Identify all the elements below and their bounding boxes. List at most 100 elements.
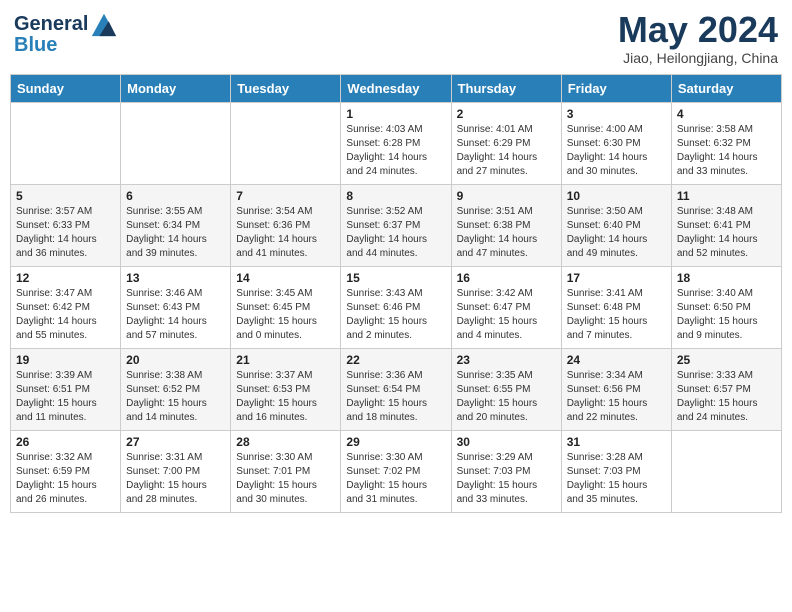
day-cell: 25 Sunrise: 3:33 AM Sunset: 6:57 PM Dayli… — [671, 348, 781, 430]
day-cell: 12 Sunrise: 3:47 AM Sunset: 6:42 PM Dayli… — [11, 266, 121, 348]
day-number: 26 — [16, 435, 115, 449]
day-info: Sunrise: 3:35 AM Sunset: 6:55 PM Dayligh… — [457, 369, 556, 425]
day-cell: 29Sunrise: 3:30 AM Sunset: 7:02 PM Dayli… — [341, 430, 451, 512]
day-cell: 22Sunrise: 3:36 AM Sunset: 6:54 PM Dayli… — [341, 348, 451, 430]
week-row-2: 5 Sunrise: 3:57 AM Sunset: 6:33 PM Daylig… — [11, 184, 782, 266]
day-number: 3 — [567, 107, 666, 121]
day-cell: 9Sunrise: 3:51 AM Sunset: 6:38 PM Daylig… — [451, 184, 561, 266]
day-info: Sunrise: 3:55 AM Sunset: 6:34 PM Dayligh… — [126, 205, 225, 261]
day-number: 9 — [457, 189, 556, 203]
day-cell — [121, 102, 231, 184]
day-info: Sunrise: 3:52 AM Sunset: 6:37 PM Dayligh… — [346, 205, 445, 261]
day-cell: 30Sunrise: 3:29 AM Sunset: 7:03 PM Dayli… — [451, 430, 561, 512]
day-info: Sunrise: 3:42 AM Sunset: 6:47 PM Dayligh… — [457, 287, 556, 343]
day-number: 24 — [567, 353, 666, 367]
day-number: 20 — [126, 353, 225, 367]
day-info: Sunrise: 3:48 AM Sunset: 6:41 PM Dayligh… — [677, 205, 776, 261]
day-info: Sunrise: 3:32 AM Sunset: 6:59 PM Dayligh… — [16, 451, 115, 507]
day-info: Sunrise: 4:00 AM Sunset: 6:30 PM Dayligh… — [567, 123, 666, 179]
day-info: Sunrise: 3:41 AM Sunset: 6:48 PM Dayligh… — [567, 287, 666, 343]
weekday-header-friday: Friday — [561, 74, 671, 102]
day-number: 18 — [677, 271, 776, 285]
day-info: Sunrise: 3:34 AM Sunset: 6:56 PM Dayligh… — [567, 369, 666, 425]
day-cell: 10Sunrise: 3:50 AM Sunset: 6:40 PM Dayli… — [561, 184, 671, 266]
title-area: May 2024 Jiao, Heilongjiang, China — [618, 10, 778, 66]
day-info: Sunrise: 3:37 AM Sunset: 6:53 PM Dayligh… — [236, 369, 335, 425]
day-cell: 27Sunrise: 3:31 AM Sunset: 7:00 PM Dayli… — [121, 430, 231, 512]
day-cell: 17Sunrise: 3:41 AM Sunset: 6:48 PM Dayli… — [561, 266, 671, 348]
day-cell: 16 Sunrise: 3:42 AM Sunset: 6:47 PM Dayli… — [451, 266, 561, 348]
day-number: 29 — [346, 435, 445, 449]
day-info: Sunrise: 3:31 AM Sunset: 7:00 PM Dayligh… — [126, 451, 225, 507]
day-number: 4 — [677, 107, 776, 121]
week-row-5: 26 Sunrise: 3:32 AM Sunset: 6:59 PM Dayli… — [11, 430, 782, 512]
day-cell: 31 Sunrise: 3:28 AM Sunset: 7:03 PM Dayli… — [561, 430, 671, 512]
day-number: 15 — [346, 271, 445, 285]
day-number: 16 — [457, 271, 556, 285]
day-cell: 26 Sunrise: 3:32 AM Sunset: 6:59 PM Dayli… — [11, 430, 121, 512]
day-info: Sunrise: 3:58 AM Sunset: 6:32 PM Dayligh… — [677, 123, 776, 179]
day-info: Sunrise: 4:01 AM Sunset: 6:29 PM Dayligh… — [457, 123, 556, 179]
day-info: Sunrise: 3:46 AM Sunset: 6:43 PM Dayligh… — [126, 287, 225, 343]
day-info: Sunrise: 3:45 AM Sunset: 6:45 PM Dayligh… — [236, 287, 335, 343]
day-number: 13 — [126, 271, 225, 285]
weekday-header-sunday: Sunday — [11, 74, 121, 102]
day-info: Sunrise: 3:54 AM Sunset: 6:36 PM Dayligh… — [236, 205, 335, 261]
location-title: Jiao, Heilongjiang, China — [618, 50, 778, 66]
day-number: 19 — [16, 353, 115, 367]
calendar-table: SundayMondayTuesdayWednesdayThursdayFrid… — [10, 74, 782, 513]
day-cell — [11, 102, 121, 184]
month-title: May 2024 — [618, 10, 778, 50]
calendar-header-row: SundayMondayTuesdayWednesdayThursdayFrid… — [11, 74, 782, 102]
day-cell: 3 Sunrise: 4:00 AM Sunset: 6:30 PM Daylig… — [561, 102, 671, 184]
weekday-header-thursday: Thursday — [451, 74, 561, 102]
day-number: 23 — [457, 353, 556, 367]
header: General Blue May 2024 Jiao, Heilongjiang… — [10, 10, 782, 66]
day-cell: 14 Sunrise: 3:45 AM Sunset: 6:45 PM Dayli… — [231, 266, 341, 348]
day-info: Sunrise: 3:30 AM Sunset: 7:01 PM Dayligh… — [236, 451, 335, 507]
day-info: Sunrise: 3:33 AM Sunset: 6:57 PM Dayligh… — [677, 369, 776, 425]
day-info: Sunrise: 3:38 AM Sunset: 6:52 PM Dayligh… — [126, 369, 225, 425]
day-number: 2 — [457, 107, 556, 121]
day-info: Sunrise: 3:28 AM Sunset: 7:03 PM Dayligh… — [567, 451, 666, 507]
day-number: 31 — [567, 435, 666, 449]
day-number: 7 — [236, 189, 335, 203]
day-info: Sunrise: 3:39 AM Sunset: 6:51 PM Dayligh… — [16, 369, 115, 425]
logo: General Blue — [14, 10, 118, 57]
week-row-3: 12 Sunrise: 3:47 AM Sunset: 6:42 PM Dayli… — [11, 266, 782, 348]
day-number: 12 — [16, 271, 115, 285]
day-cell: 28Sunrise: 3:30 AM Sunset: 7:01 PM Dayli… — [231, 430, 341, 512]
day-cell: 11 Sunrise: 3:48 AM Sunset: 6:41 PM Dayli… — [671, 184, 781, 266]
week-row-1: 1 Sunrise: 4:03 AM Sunset: 6:28 PM Daylig… — [11, 102, 782, 184]
day-cell: 1 Sunrise: 4:03 AM Sunset: 6:28 PM Daylig… — [341, 102, 451, 184]
day-cell: 6Sunrise: 3:55 AM Sunset: 6:34 PM Daylig… — [121, 184, 231, 266]
day-number: 5 — [16, 189, 115, 203]
calendar-body: 1 Sunrise: 4:03 AM Sunset: 6:28 PM Daylig… — [11, 102, 782, 512]
day-cell: 15 Sunrise: 3:43 AM Sunset: 6:46 PM Dayli… — [341, 266, 451, 348]
day-number: 1 — [346, 107, 445, 121]
day-cell: 5 Sunrise: 3:57 AM Sunset: 6:33 PM Daylig… — [11, 184, 121, 266]
day-info: Sunrise: 3:43 AM Sunset: 6:46 PM Dayligh… — [346, 287, 445, 343]
day-info: Sunrise: 3:50 AM Sunset: 6:40 PM Dayligh… — [567, 205, 666, 261]
weekday-header-monday: Monday — [121, 74, 231, 102]
day-info: Sunrise: 3:57 AM Sunset: 6:33 PM Dayligh… — [16, 205, 115, 261]
day-info: Sunrise: 4:03 AM Sunset: 6:28 PM Dayligh… — [346, 123, 445, 179]
day-cell: 23 Sunrise: 3:35 AM Sunset: 6:55 PM Dayli… — [451, 348, 561, 430]
day-info: Sunrise: 3:29 AM Sunset: 7:03 PM Dayligh… — [457, 451, 556, 507]
day-cell: 8Sunrise: 3:52 AM Sunset: 6:37 PM Daylig… — [341, 184, 451, 266]
logo-icon — [90, 10, 118, 38]
day-info: Sunrise: 3:36 AM Sunset: 6:54 PM Dayligh… — [346, 369, 445, 425]
weekday-header-tuesday: Tuesday — [231, 74, 341, 102]
day-cell — [671, 430, 781, 512]
day-number: 14 — [236, 271, 335, 285]
day-number: 11 — [677, 189, 776, 203]
day-number: 25 — [677, 353, 776, 367]
day-info: Sunrise: 3:47 AM Sunset: 6:42 PM Dayligh… — [16, 287, 115, 343]
weekday-header-wednesday: Wednesday — [341, 74, 451, 102]
weekday-header-saturday: Saturday — [671, 74, 781, 102]
day-cell: 13 Sunrise: 3:46 AM Sunset: 6:43 PM Dayli… — [121, 266, 231, 348]
day-cell: 24 Sunrise: 3:34 AM Sunset: 6:56 PM Dayli… — [561, 348, 671, 430]
day-info: Sunrise: 3:40 AM Sunset: 6:50 PM Dayligh… — [677, 287, 776, 343]
day-cell: 21Sunrise: 3:37 AM Sunset: 6:53 PM Dayli… — [231, 348, 341, 430]
day-cell — [231, 102, 341, 184]
